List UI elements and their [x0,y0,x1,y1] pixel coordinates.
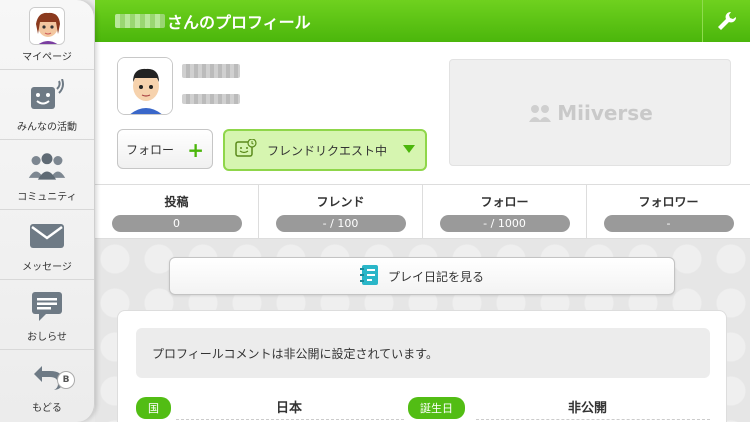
blurred-username [115,14,165,28]
stat-label: フォロワー [638,195,699,209]
sidebar-item-back[interactable]: B もどる [0,350,94,420]
chevron-down-icon [403,145,415,153]
country-row: 国 [136,397,171,419]
play-diary-button[interactable]: プレイ日記を見る [169,257,675,295]
sidebar-item-community[interactable]: コミュニティ [0,140,94,210]
country-tag: 国 [136,397,171,419]
stat-value: - / 1000 [439,215,570,232]
friend-request-button[interactable]: フレンドリクエスト中 [223,129,427,171]
birthday-value-wrap: 非公開 [568,397,607,416]
stat-followers[interactable]: フォロワー - [587,185,750,238]
country-value: 日本 [276,401,303,416]
community-icon [27,148,67,184]
page-title-text: さんのプロフィール [167,13,311,32]
sidebar-item-label: メッセージ [22,262,72,273]
sidebar-item-label: おしらせ [27,332,67,343]
sidebar-item-label: もどる [32,403,62,414]
activity-feed-icon [27,78,67,114]
profile-comment: プロフィールコメントは非公開に設定されています。 [136,328,710,378]
sidebar-item-label: みんなの活動 [17,122,77,133]
stat-label: フレンド [316,195,365,209]
sidebar: マイページ みんなの活動 コミュニティ メッセージ おしらせ B もどる [0,0,95,422]
follow-label: フォロー [126,142,175,157]
miiverse-logo-icon [529,104,552,122]
sidebar-item-label: コミュニティ [17,192,77,203]
play-diary-label: プレイ日記を見る [387,269,484,284]
play-diary-icon [359,264,380,289]
profile-info-card: プロフィールコメントは非公開に設定されています。 国 日本 誕生日 非公開 [117,310,727,422]
miiverse-banner: Miiverse [449,59,731,166]
birthday-value: 非公開 [568,401,608,416]
back-arrow-icon: B [19,359,75,395]
blurred-user-id [182,94,240,104]
content-area: プレイ日記を見る プロフィールコメントは非公開に設定されています。 国 日本 誕… [95,239,750,422]
divider [176,419,404,420]
friend-request-label: フレンドリクエスト中 [267,143,388,158]
stat-value: - / 100 [275,215,406,232]
birthday-row: 誕生日 [408,397,465,419]
birthday-tag: 誕生日 [408,397,465,419]
stat-label: 投稿 [164,195,189,209]
profile-section: フォロー + フレンドリクエスト中 Miiverse [95,42,750,184]
follow-button[interactable]: フォロー + [117,129,213,169]
settings-button[interactable] [702,0,750,42]
country-value-wrap: 日本 [276,397,302,416]
page-title: さんのプロフィール [115,9,311,33]
sidebar-item-label: マイページ [22,52,72,63]
stats-bar: 投稿 0 フレンド - / 100 フォロー - / 1000 フォロワー - [95,184,750,239]
envelope-icon [27,218,67,254]
sidebar-item-notifications[interactable]: おしらせ [0,280,94,350]
stat-value: - [603,215,734,232]
miiverse-logo-text: Miiverse [557,100,653,125]
blurred-nickname [182,64,240,78]
b-button-hint: B [57,371,75,389]
header-bar: さんのプロフィール [95,0,750,42]
user-mii-avatar [117,57,173,115]
sidebar-item-activity[interactable]: みんなの活動 [0,70,94,140]
stat-friends[interactable]: フレンド - / 100 [259,185,423,238]
divider [476,419,710,420]
plus-icon: + [187,138,204,162]
notifications-icon [27,288,67,324]
friend-request-icon [235,137,257,162]
sidebar-item-mypage[interactable]: マイページ [0,0,94,70]
sidebar-item-messages[interactable]: メッセージ [0,210,94,280]
mii-avatar-icon [27,7,67,45]
stat-value: 0 [111,215,242,232]
wrench-icon [717,11,736,30]
stat-posts[interactable]: 投稿 0 [95,185,259,238]
stat-following[interactable]: フォロー - / 1000 [423,185,587,238]
stat-label: フォロー [480,195,529,209]
